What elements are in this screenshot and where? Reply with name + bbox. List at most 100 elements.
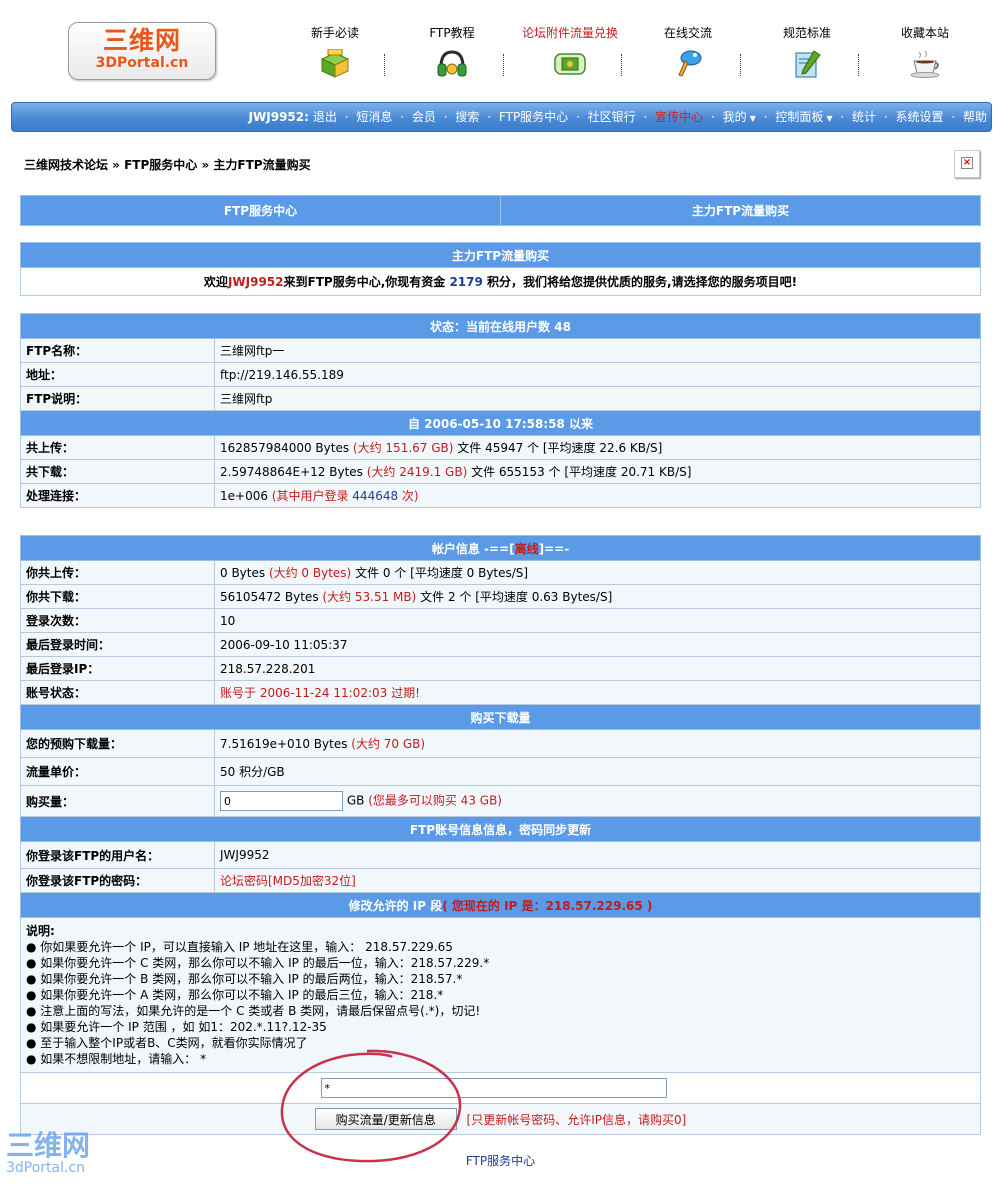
- welcome-table: 主力FTP流量购买 欢迎JWJ9952来到FTP服务中心,你现有资金 2179 …: [20, 242, 981, 296]
- menu-separator: ·: [400, 110, 405, 124]
- account-status-label: 账号状态：: [20, 680, 215, 705]
- media-player-icon: [554, 53, 586, 75]
- topnav-standards[interactable]: 规范标准: [752, 24, 862, 79]
- buy-amount-note: (您最多可以购买 43 GB): [368, 793, 502, 808]
- submit-cell: 购买流量/更新信息 [只更新帐号密码、允许IP信息，请购买0]: [20, 1103, 981, 1135]
- ip-input-cell: [20, 1072, 981, 1104]
- total-upload-files: 文件 45947 个 [平均速度 22.6 KB/S]: [453, 441, 663, 455]
- list-item: ● 你如果要允许一个 IP，可以直接输入 IP 地址在这里，输入： 218.57…: [26, 940, 453, 954]
- buy-amount-input[interactable]: [220, 791, 343, 811]
- list-item-text: 如果要允许一个 IP 范围 ，如 如1：202.*.11?.12-35: [40, 1020, 327, 1034]
- breadcrumb[interactable]: 三维网技术论坛 » FTP服务中心 » 主力FTP流量购买: [24, 156, 311, 173]
- ftp-password-label: 你登录该FTP的密码：: [20, 868, 215, 893]
- connections-login-count: 444648: [352, 489, 399, 503]
- close-button[interactable]: ×: [954, 150, 980, 178]
- server-status-table: 状态：当前在线用户数 48 FTP名称： 三维网ftp一 地址： ftp://219…: [20, 313, 981, 508]
- welcome-title: 主力FTP流量购买: [20, 242, 981, 268]
- logo-en-text: 3DPortal.cn: [95, 55, 189, 71]
- logo-cn-text: 三维网: [102, 26, 181, 55]
- total-download-files: 文件 655153 个 [平均速度 20.71 KB/S]: [467, 465, 692, 479]
- menu-members[interactable]: 会员: [412, 110, 436, 124]
- menu-username[interactable]: JWJ9952:: [249, 110, 309, 124]
- list-item-text: 至于输入整个IP或者B、C类网，就看你实际情况了: [40, 1036, 308, 1050]
- buy-title: 购买下载量: [20, 704, 981, 730]
- my-download-bytes: 56105472 Bytes: [220, 590, 323, 604]
- ip-title-pre: 修改允许的 IP 段: [348, 898, 443, 913]
- submit-note: [只更新帐号密码、允许IP信息，请购买0]: [466, 1112, 687, 1127]
- welcome-points: 2179: [449, 275, 483, 289]
- menu-bank[interactable]: 社区银行: [588, 110, 636, 124]
- prebuy-approx: (大约 70 GB): [351, 737, 426, 751]
- my-upload-label: 你共上传：: [20, 560, 215, 585]
- topnav-online-chat[interactable]: 在线交流: [633, 24, 743, 79]
- last-login-ip-value: 218.57.228.201: [214, 656, 981, 681]
- last-login-time-value: 2006-09-10 11:05:37: [214, 632, 981, 657]
- list-item-text: 你如果要允许一个 IP，可以直接输入 IP 地址在这里，输入： 218.57.2…: [40, 940, 453, 954]
- list-item: ● 如果要允许一个 IP 范围 ，如 如1：202.*.11?.12-35: [26, 1020, 327, 1034]
- ip-instructions: 说明: ● 你如果要允许一个 IP，可以直接输入 IP 地址在这里，输入： 21…: [20, 917, 981, 1073]
- menu-messages[interactable]: 短消息: [356, 110, 392, 124]
- menu-search[interactable]: 搜索: [455, 110, 479, 124]
- site-logo[interactable]: 三维网 3DPortal.cn: [68, 22, 216, 80]
- total-upload-label: 共上传：: [20, 435, 215, 460]
- main-menu-bar: JWJ9952: 退出 · 短消息 · 会员 · 搜索 · FTP服务中心 · 社…: [11, 102, 992, 132]
- buy-amount-unit: GB: [346, 793, 369, 808]
- list-item: ● 如果你要允许一个 B 类网，那么你可以不输入 IP 的最后两位，输入：218…: [26, 972, 463, 986]
- total-upload-bytes: 162857984000 Bytes: [220, 441, 353, 455]
- connections-login-pre: (其中用户登录: [271, 489, 353, 503]
- ip-title: 修改允许的 IP 段( 您现在的 IP 是：218.57.229.65 ): [20, 892, 981, 918]
- menu-separator: ·: [487, 110, 492, 124]
- tab-ftp-center[interactable]: FTP服务中心: [20, 195, 501, 226]
- document-edit-icon: [795, 50, 821, 78]
- menu-settings[interactable]: 系统设置: [895, 110, 943, 124]
- ftp-address-value: ftp://219.146.55.189: [214, 362, 981, 387]
- my-download-approx: (大约 53.51 MB): [322, 590, 417, 604]
- welcome-pre: 欢迎: [203, 275, 228, 289]
- footer-link[interactable]: FTP服务中心: [0, 1152, 1001, 1169]
- tab-ftp-traffic-purchase[interactable]: 主力FTP流量购买: [500, 195, 981, 226]
- topnav-attachment-exchange[interactable]: 论坛附件流量兑换: [515, 24, 625, 79]
- prebuy-value: 7.51619e+010 Bytes (大约 70 GB): [214, 729, 981, 758]
- account-title-pre: 帐户信息 -==[: [431, 541, 515, 556]
- menu-separator: ·: [344, 110, 349, 124]
- welcome-post: 积分，我们将给您提供优质的服务,请选择您的服务项目吧!: [482, 275, 798, 289]
- ip-instructions-heading: 说明:: [26, 924, 55, 938]
- total-download-value: 2.59748864E+12 Bytes (大约 2419.1 GB) 文件 6…: [214, 459, 981, 484]
- topnav-ftp-tutorial[interactable]: FTP教程: [397, 24, 507, 79]
- ftp-desc-value: 三维网ftp: [214, 386, 981, 411]
- list-item-text: 注意上面的写法，如果允许的是一个 C 类或者 B 类网，请最后保留点号(.*)，…: [40, 1004, 481, 1018]
- menu-separator: ·: [643, 110, 648, 124]
- last-login-time-label: 最后登录时间：: [20, 632, 215, 657]
- list-item-text: 如果你要允许一个 B 类网，那么你可以不输入 IP 的最后两位，输入：218.5…: [40, 972, 463, 986]
- coffee-cup-icon: [910, 50, 940, 78]
- menu-separator: ·: [711, 110, 715, 124]
- menu-separator: ·: [576, 110, 580, 124]
- topnav-label: FTP教程: [429, 26, 475, 40]
- topnav-newbie[interactable]: 新手必读: [280, 24, 390, 79]
- login-count-label: 登录次数：: [20, 608, 215, 633]
- topnav-label: 收藏本站: [900, 26, 949, 40]
- unit-price-label: 流量单价：: [20, 757, 215, 786]
- total-upload-approx: (大约 151.67 GB): [352, 441, 454, 455]
- gift-box-icon: [320, 49, 350, 78]
- menu-separator: ·: [883, 110, 888, 124]
- menu-control-panel[interactable]: 控制面板: [775, 110, 823, 124]
- menu-stats[interactable]: 统计: [852, 110, 876, 124]
- menu-mine[interactable]: 我的: [723, 110, 747, 124]
- menu-ftp-center[interactable]: FTP服务中心: [499, 110, 568, 124]
- list-item: ● 至于输入整个IP或者B、C类网，就看你实际情况了: [26, 1036, 308, 1050]
- my-upload-value: 0 Bytes (大约 0 Bytes) 文件 0 个 [平均速度 0 Byte…: [214, 560, 981, 585]
- caret-down-icon[interactable]: ▼: [826, 114, 832, 123]
- current-ip: ( 您现在的 IP 是：218.57.229.65 ): [442, 898, 653, 913]
- caret-down-icon[interactable]: ▼: [750, 114, 756, 123]
- menu-promotion[interactable]: 宣传中心: [655, 110, 703, 124]
- tab-bar: FTP服务中心 主力FTP流量购买: [20, 195, 981, 226]
- close-icon: ×: [961, 157, 973, 169]
- ftp-desc-label: FTP说明：: [20, 386, 215, 411]
- account-offline-status: 离线: [514, 541, 539, 556]
- list-item-text: 如果你要允许一个 C 类网，那么你可以不输入 IP 的最后一位，输入：218.5…: [40, 956, 490, 970]
- menu-help[interactable]: 帮助: [963, 110, 987, 124]
- my-download-label: 你共下载：: [20, 584, 215, 609]
- menu-logout[interactable]: 退出: [313, 110, 337, 124]
- topnav-bookmark[interactable]: 收藏本站: [870, 24, 980, 79]
